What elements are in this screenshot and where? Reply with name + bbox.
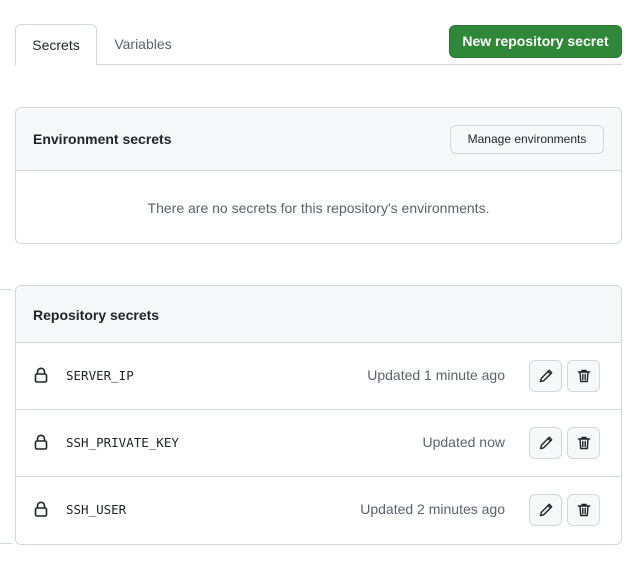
pencil-icon: [539, 436, 553, 450]
secret-updated-time: Updated 2 minutes ago: [360, 501, 505, 517]
edit-secret-button[interactable]: [529, 360, 562, 392]
trash-icon: [577, 369, 591, 383]
secret-name: SERVER_IP: [66, 368, 134, 383]
pencil-icon: [539, 503, 553, 517]
delete-secret-button[interactable]: [567, 427, 600, 459]
pencil-icon: [539, 369, 553, 383]
secret-row: SSH_USER Updated 2 minutes ago: [16, 476, 621, 543]
delete-secret-button[interactable]: [567, 494, 600, 526]
environment-secrets-empty-message: There are no secrets for this repository…: [147, 200, 490, 216]
repository-secrets-panel: Repository secrets SERVER_IP Updated 1 m…: [15, 285, 622, 545]
trash-icon: [577, 503, 591, 517]
environment-secrets-title: Environment secrets: [33, 131, 172, 147]
secret-name: SSH_PRIVATE_KEY: [66, 435, 179, 450]
edit-secret-button[interactable]: [529, 494, 562, 526]
environment-secrets-header: Environment secrets Manage environments: [16, 108, 621, 171]
lock-icon: [34, 434, 48, 450]
manage-environments-button[interactable]: Manage environments: [450, 125, 604, 154]
trash-icon: [577, 436, 591, 450]
tab-secrets[interactable]: Secrets: [15, 24, 97, 66]
repository-secrets-title: Repository secrets: [33, 307, 160, 323]
divider: [0, 543, 12, 544]
secret-updated-time: Updated 1 minute ago: [367, 367, 505, 383]
divider: [0, 289, 12, 290]
secret-updated-time: Updated now: [422, 434, 505, 450]
environment-secrets-panel: Environment secrets Manage environments …: [15, 107, 622, 244]
edit-secret-button[interactable]: [529, 427, 562, 459]
new-repository-secret-button[interactable]: New repository secret: [449, 25, 622, 58]
secret-row: SERVER_IP Updated 1 minute ago: [16, 343, 621, 410]
lock-icon: [34, 367, 48, 383]
secret-name: SSH_USER: [66, 502, 127, 517]
delete-secret-button[interactable]: [567, 360, 600, 392]
lock-icon: [34, 501, 48, 517]
tab-variables[interactable]: Variables: [97, 24, 189, 65]
secret-row: SSH_PRIVATE_KEY Updated now: [16, 409, 621, 476]
repository-secrets-header: Repository secrets: [16, 286, 621, 343]
